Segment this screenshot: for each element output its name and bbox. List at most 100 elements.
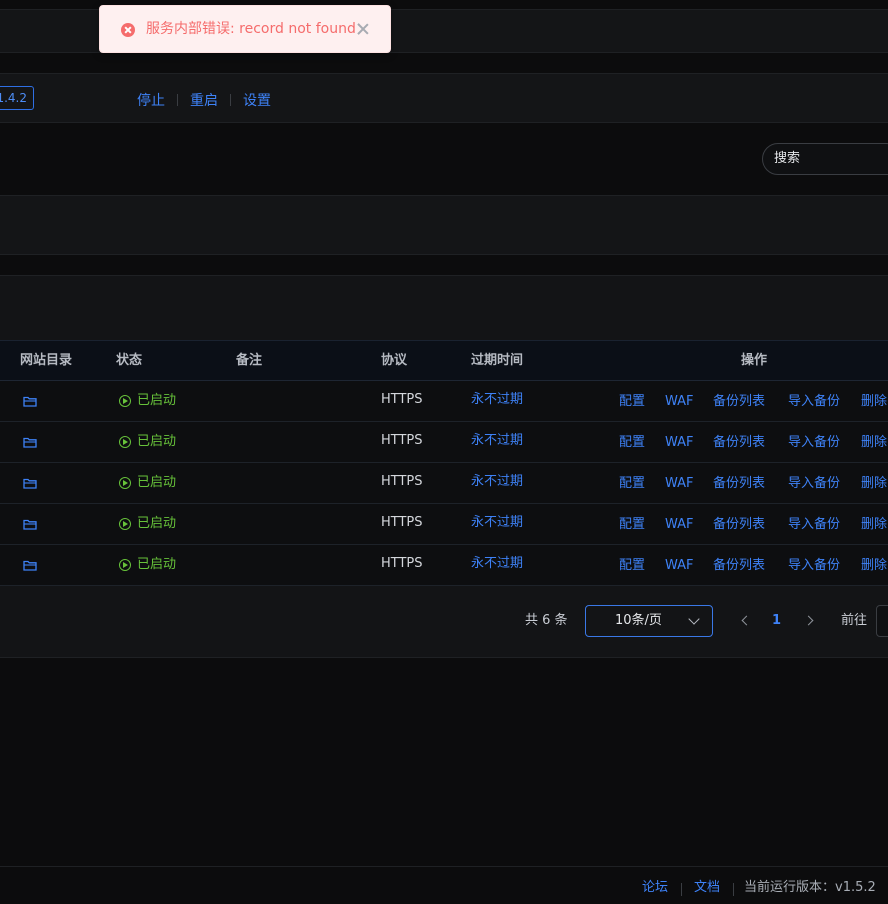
status-badge[interactable]: 已启动	[119, 463, 176, 503]
divider	[230, 94, 231, 106]
column-header-status[interactable]: 状态	[116, 341, 142, 381]
config-button[interactable]: 配置	[619, 463, 645, 505]
config-button[interactable]: 配置	[619, 381, 645, 423]
status-text: 已启动	[137, 434, 177, 449]
page-size-select[interactable]: 10条/页	[585, 605, 713, 637]
service-actions: 停止 重启 设置	[137, 90, 271, 110]
stop-button[interactable]: 停止	[137, 90, 165, 110]
expire-link[interactable]: 永不过期	[471, 381, 523, 419]
settings-button[interactable]: 设置	[243, 90, 271, 110]
status-text: 已启动	[137, 557, 177, 572]
import-backup-button[interactable]: 导入备份	[788, 422, 840, 464]
table-header: 网站目录 状态 备注 协议 过期时间 操作	[0, 340, 888, 381]
close-icon[interactable]	[357, 23, 369, 35]
prev-page-button[interactable]	[735, 605, 755, 637]
error-circle-icon	[121, 23, 135, 37]
version-text: 当前运行版本：v1.5.2	[744, 880, 876, 895]
delete-button[interactable]: 删除	[861, 381, 887, 423]
folder-icon[interactable]	[23, 436, 37, 448]
folder-icon[interactable]	[23, 395, 37, 407]
waf-button[interactable]: WAF	[665, 422, 694, 464]
total-count: 共 6 条	[525, 613, 568, 628]
folder-icon[interactable]	[23, 559, 37, 571]
play-circle-icon	[119, 559, 131, 571]
config-button[interactable]: 配置	[619, 504, 645, 546]
protocol-cell: HTTPS	[381, 474, 423, 489]
column-header-remark[interactable]: 备注	[236, 341, 262, 381]
expire-link[interactable]: 永不过期	[471, 422, 523, 460]
play-circle-icon	[119, 395, 131, 407]
column-header-expire[interactable]: 过期时间	[471, 341, 523, 381]
config-button[interactable]: 配置	[619, 422, 645, 464]
delete-button[interactable]: 删除	[861, 545, 887, 587]
folder-icon[interactable]	[23, 518, 37, 530]
error-message: 服务内部错误: record not found	[146, 21, 356, 37]
play-circle-icon	[119, 436, 131, 448]
status-text: 已启动	[137, 475, 177, 490]
version-tag: 1.4.2	[0, 86, 34, 110]
status-badge[interactable]: 已启动	[119, 504, 176, 544]
waf-button[interactable]: WAF	[665, 545, 694, 587]
backup-list-button[interactable]: 备份列表	[713, 463, 765, 505]
filter-bar	[0, 195, 888, 255]
delete-button[interactable]: 删除	[861, 504, 887, 546]
goto-label: 前往	[841, 613, 868, 628]
next-page-button[interactable]	[800, 605, 820, 637]
docs-link[interactable]: 文档	[694, 867, 720, 904]
protocol-cell: HTTPS	[381, 515, 423, 530]
table-row: 已启动 HTTPS 永不过期 配置 WAF 备份列表 导入备份 删除	[0, 545, 888, 586]
pagination: 共 6 条 10条/页 1 前往	[0, 605, 888, 637]
config-button[interactable]: 配置	[619, 545, 645, 587]
goto-page-input[interactable]	[876, 605, 888, 637]
delete-button[interactable]: 删除	[861, 463, 887, 505]
website-table: 网站目录 状态 备注 协议 过期时间 操作 已启动 HTTPS 永不过期 配置 WAF 备…	[0, 340, 888, 586]
column-header-dir[interactable]: 网站目录	[20, 341, 72, 381]
waf-button[interactable]: WAF	[665, 381, 694, 423]
column-header-protocol[interactable]: 协议	[381, 341, 407, 381]
service-status-bar	[0, 73, 888, 123]
divider	[681, 883, 682, 896]
status-badge[interactable]: 已启动	[119, 422, 176, 462]
table-row: 已启动 HTTPS 永不过期 配置 WAF 备份列表 导入备份 删除	[0, 504, 888, 545]
status-text: 已启动	[137, 393, 177, 408]
protocol-cell: HTTPS	[381, 392, 423, 407]
import-backup-button[interactable]: 导入备份	[788, 381, 840, 423]
search-input[interactable]: 搜索	[762, 143, 888, 175]
protocol-cell: HTTPS	[381, 556, 423, 571]
table-body: 已启动 HTTPS 永不过期 配置 WAF 备份列表 导入备份 删除 已启动 HTTPS 永不过期配…	[0, 381, 888, 586]
status-text: 已启动	[137, 516, 177, 531]
forum-link[interactable]: 论坛	[642, 867, 668, 904]
table-row: 已启动 HTTPS 永不过期 配置 WAF 备份列表 导入备份 删除	[0, 422, 888, 463]
play-circle-icon	[119, 477, 131, 489]
table-row: 已启动 HTTPS 永不过期 配置 WAF 备份列表 导入备份 删除	[0, 463, 888, 504]
error-toast: 服务内部错误: record not found	[99, 5, 391, 53]
column-header-ops: 操作	[741, 353, 768, 368]
footer: 论坛 文档 当前运行版本：v1.5.2	[0, 866, 888, 904]
page-number[interactable]: 1	[772, 605, 781, 637]
import-backup-button[interactable]: 导入备份	[788, 463, 840, 505]
play-circle-icon	[119, 518, 131, 530]
chevron-down-icon	[688, 613, 700, 625]
backup-list-button[interactable]: 备份列表	[713, 504, 765, 546]
status-badge[interactable]: 已启动	[119, 545, 176, 585]
folder-icon[interactable]	[23, 477, 37, 489]
expire-link[interactable]: 永不过期	[471, 545, 523, 583]
expire-link[interactable]: 永不过期	[471, 504, 523, 542]
waf-button[interactable]: WAF	[665, 504, 694, 546]
import-backup-button[interactable]: 导入备份	[788, 545, 840, 587]
backup-list-button[interactable]: 备份列表	[713, 422, 765, 464]
page-size-value: 10条/页	[615, 613, 662, 628]
restart-button[interactable]: 重启	[190, 90, 218, 110]
app-page: 1.4.2 停止 重启 设置 搜索 网站目录 状态 备注 协议 过期时间 操作 …	[0, 0, 888, 904]
backup-list-button[interactable]: 备份列表	[713, 381, 765, 423]
table-row: 已启动 HTTPS 永不过期 配置 WAF 备份列表 导入备份 删除	[0, 381, 888, 422]
divider	[177, 94, 178, 106]
backup-list-button[interactable]: 备份列表	[713, 545, 765, 587]
status-badge[interactable]: 已启动	[119, 381, 176, 421]
waf-button[interactable]: WAF	[665, 463, 694, 505]
protocol-cell: HTTPS	[381, 433, 423, 448]
expire-link[interactable]: 永不过期	[471, 463, 523, 501]
delete-button[interactable]: 删除	[861, 422, 887, 464]
import-backup-button[interactable]: 导入备份	[788, 504, 840, 546]
divider	[733, 883, 734, 896]
